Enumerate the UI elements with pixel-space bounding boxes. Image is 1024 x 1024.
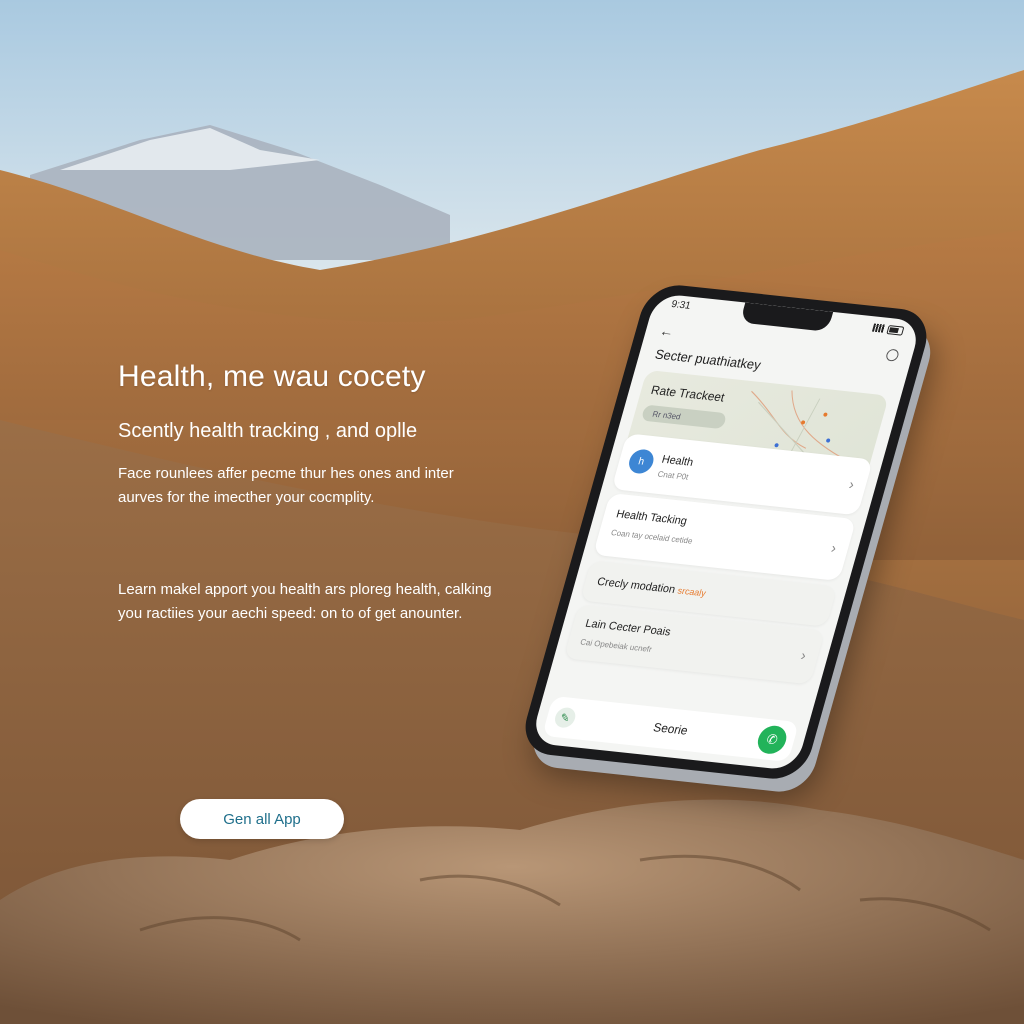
health-card-subtitle: Cnat P0t [656, 469, 690, 482]
chevron-right-icon: › [829, 539, 839, 556]
modation-accent: srcaaly [676, 585, 708, 599]
bottom-action-bar: ✎ Seorie ✆ [541, 695, 800, 762]
coach-title: Lain Cecter Poais [583, 617, 673, 639]
hero-subheadline: Scently health tracking , and oplle [118, 420, 418, 442]
signal-icon [871, 323, 886, 333]
app-title: Secter puathiatkey [653, 346, 763, 373]
modation-row-label: Crecly modationsrcaaly [596, 576, 708, 600]
chevron-right-icon: › [799, 646, 809, 664]
coach-subtitle: Cai Opebeiak ucnefr [579, 637, 653, 655]
hero-paragraph-1: Face rounlees affer pecme thur hes ones … [118, 465, 454, 506]
hero-paragraph-2: Learn makel apport you health ars ploreg… [118, 581, 492, 622]
back-arrow-icon[interactable]: ← [658, 322, 676, 339]
settings-icon[interactable] [884, 348, 900, 362]
status-icons [871, 321, 905, 338]
battery-icon [886, 324, 905, 336]
modation-title: Crecly modation [595, 575, 677, 597]
health-tracking-subtitle: Coan tay ocelaid cetide [609, 528, 694, 546]
health-tracking-title: Health Tacking [614, 508, 689, 528]
health-icon: h [626, 448, 657, 475]
chevron-right-icon: › [847, 475, 857, 493]
get-app-button[interactable]: Gen all App [180, 799, 344, 839]
health-card-title: Health [660, 453, 695, 469]
hero-headline: Health, me wau cocety [118, 360, 426, 393]
phone-call-icon[interactable]: ✆ [754, 724, 790, 756]
status-time: 9:31 [669, 298, 692, 312]
